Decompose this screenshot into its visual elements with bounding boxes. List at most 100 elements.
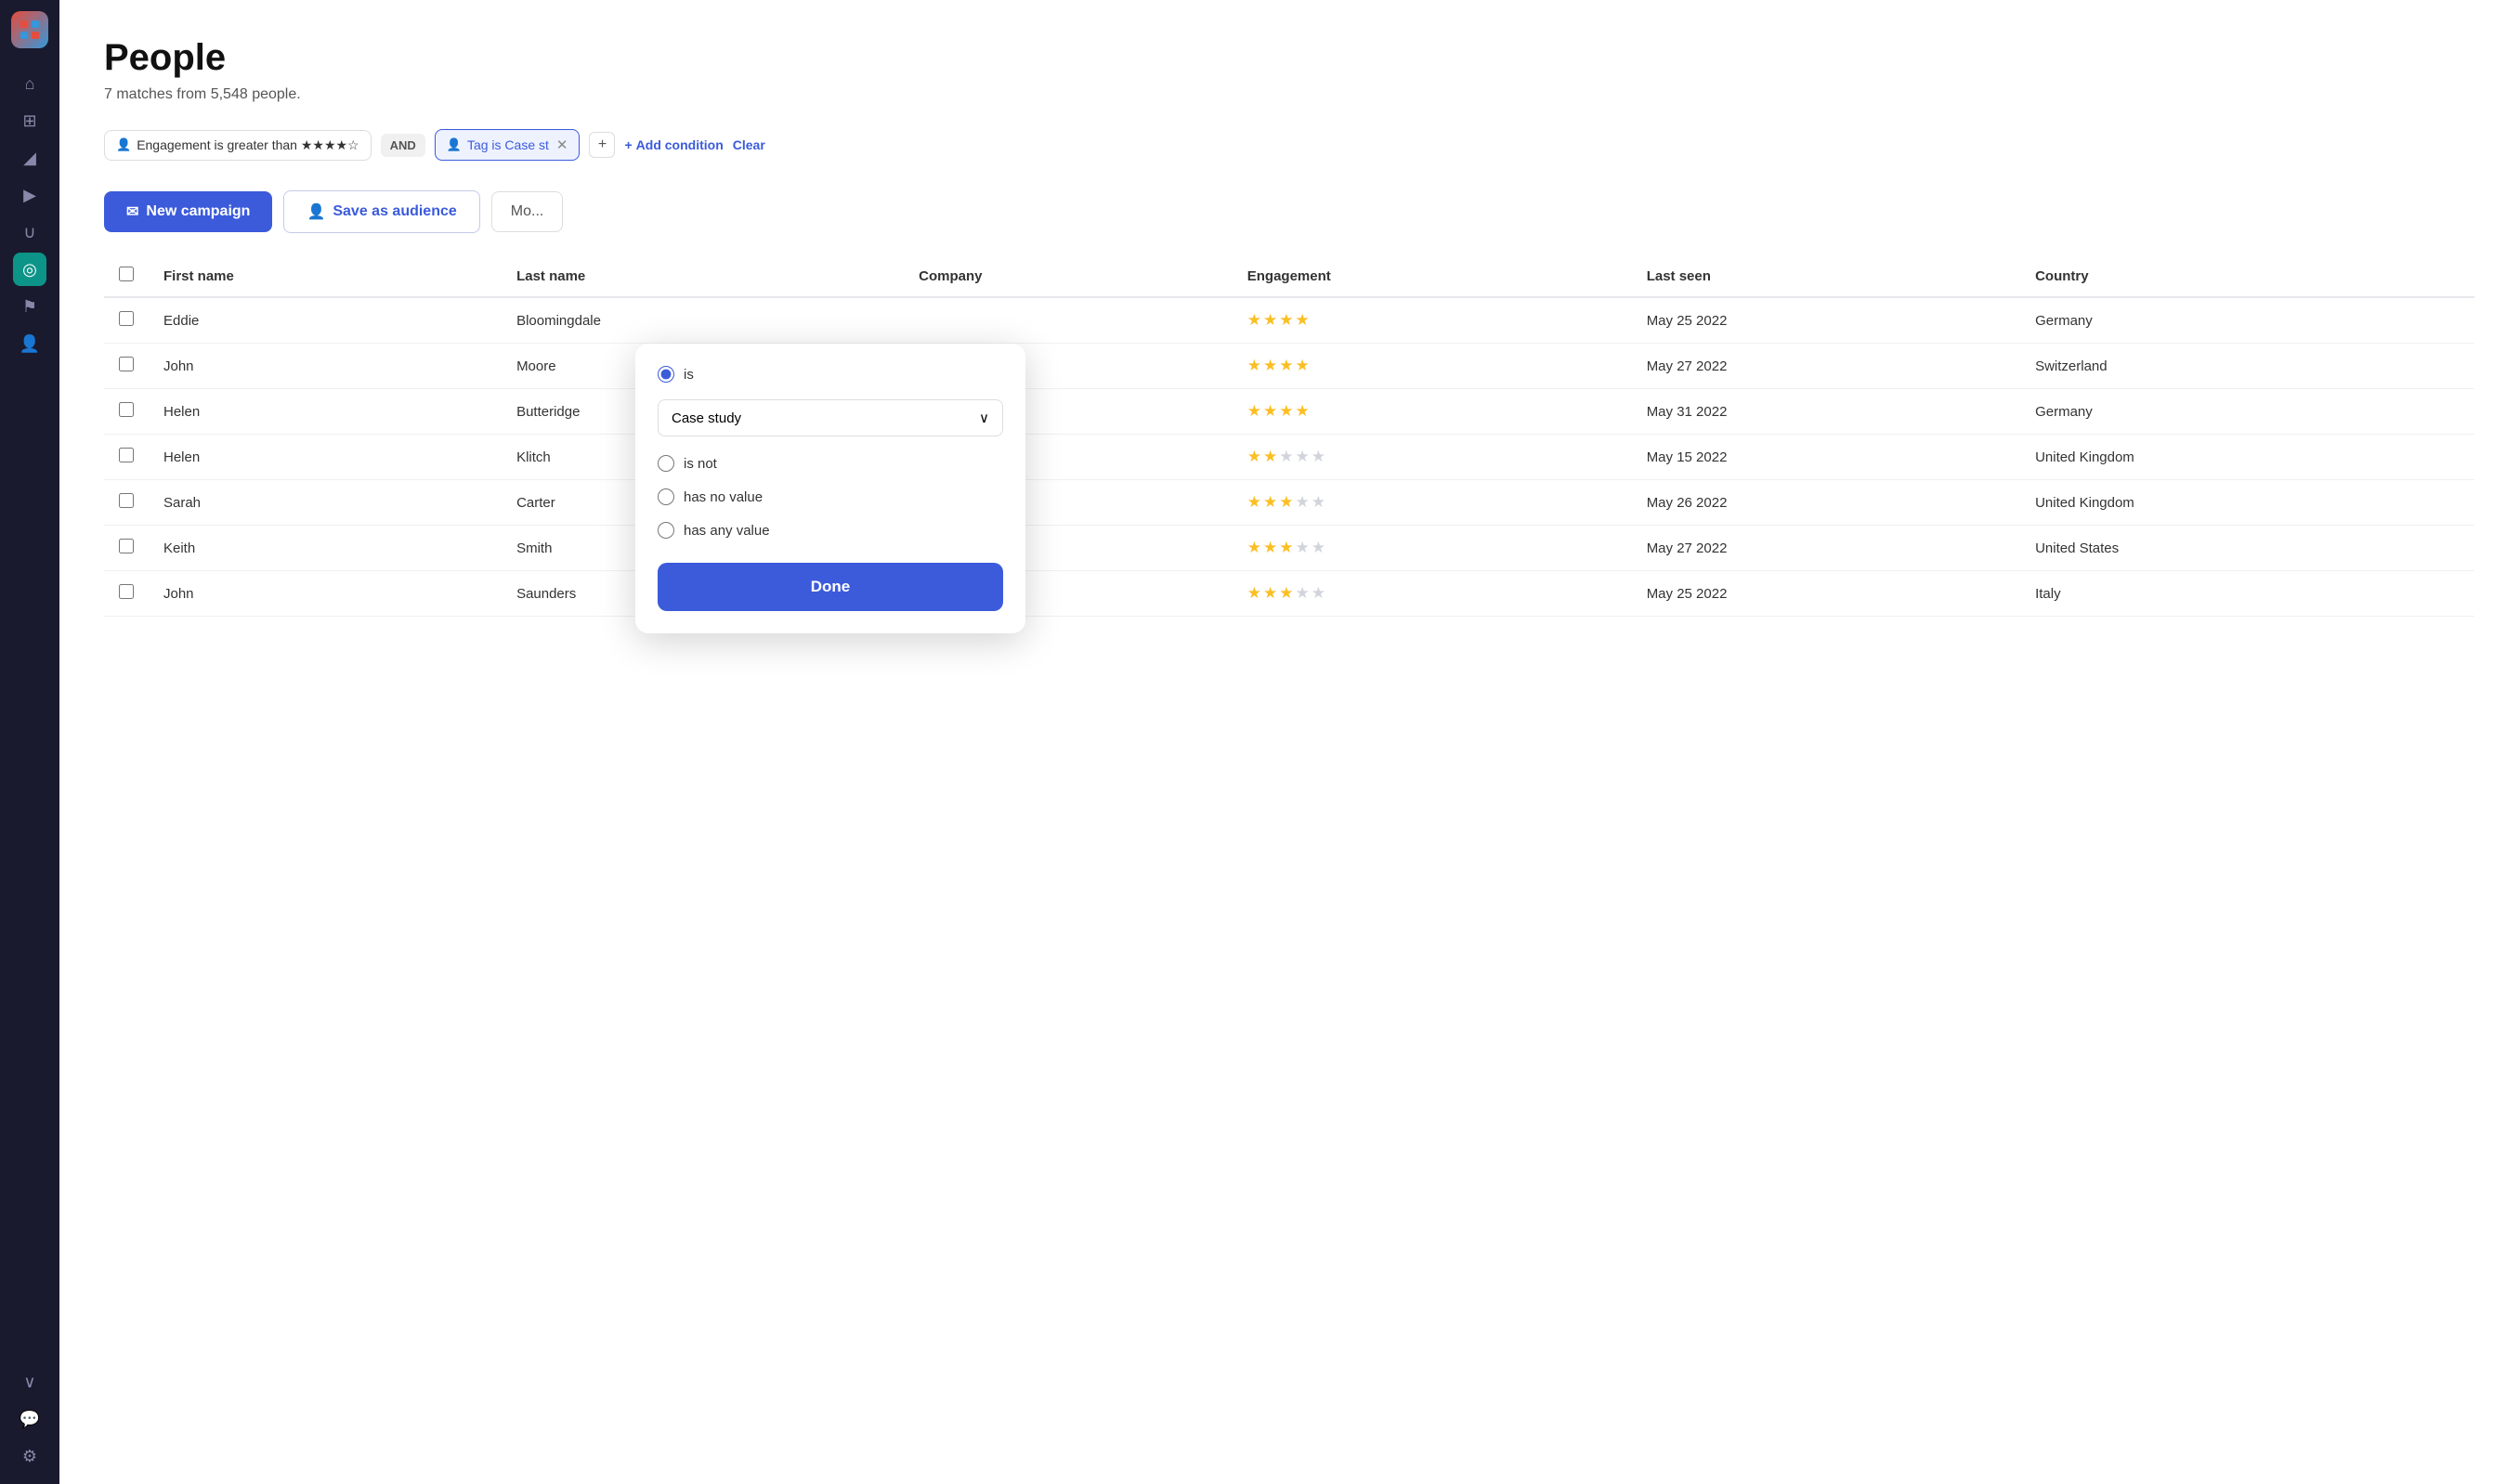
bookmark-icon[interactable]: ⚑ [13,290,46,323]
star-filled: ★ [1279,402,1293,421]
star-empty: ★ [1312,539,1325,557]
cell-country: United Kingdom [2020,480,2474,526]
page-subtitle: 7 matches from 5,548 people. [104,86,2474,103]
case-study-select[interactable]: Case study ∨ [658,399,1003,436]
star-filled: ★ [1263,357,1277,375]
row-checkbox[interactable] [119,311,134,326]
cell-first-name: Eddie [149,297,502,344]
action-row: ✉ New campaign 👤 Save as audience Mo... [104,190,2474,233]
row-checkbox[interactable] [119,493,134,508]
select-value: Case study [672,410,741,426]
cell-first-name: John [149,344,502,389]
star-filled: ★ [1263,493,1277,512]
row-checkbox[interactable] [119,357,134,371]
star-filled: ★ [1295,357,1309,375]
table-row: JohnSaundersdambase★★★★★May 25 2022Italy [104,571,2474,617]
table-row: EddieBloomingdale★★★★May 25 2022Germany [104,297,2474,344]
play-icon[interactable]: ▶ [13,178,46,212]
email-icon: ✉ [126,202,138,221]
option-has-any-value[interactable]: has any value [658,522,1003,539]
cell-last-seen: May 31 2022 [1632,389,2020,435]
done-button[interactable]: Done [658,563,1003,611]
cell-first-name: Helen [149,435,502,480]
cell-country: United States [2020,526,2474,571]
option-has-no-value-label: has no value [684,489,763,505]
cell-country: Italy [2020,571,2474,617]
table-row: HelenKlitchSumace★★★★★May 15 2022United … [104,435,2474,480]
plus-icon[interactable]: + [589,132,615,158]
star-empty: ★ [1312,493,1325,512]
chat-icon[interactable]: 💬 [13,1402,46,1436]
chart-icon[interactable]: ◢ [13,141,46,175]
col-last-seen: Last seen [1632,255,2020,297]
table-row: KeithSmithFaxquote★★★★★May 27 2022United… [104,526,2474,571]
col-first-name: First name [149,255,502,297]
star-filled: ★ [1279,493,1293,512]
app-logo[interactable] [11,11,48,48]
star-empty: ★ [1295,584,1309,603]
user-group-icon[interactable]: 👤 [13,327,46,360]
people-table: First name Last name Company Engagement … [104,255,2474,617]
chevron-down-icon: ∨ [979,410,989,426]
home-icon[interactable]: ⌂ [13,67,46,100]
engagement-filter-label: Engagement is greater than ★★★★☆ [137,137,359,153]
table-row: JohnMoore★★★★May 27 2022Switzerland [104,344,2474,389]
cell-last-name: Bloomingdale [502,297,904,344]
star-filled: ★ [1279,311,1293,330]
star-filled: ★ [1295,402,1309,421]
cell-country: Germany [2020,297,2474,344]
u-icon[interactable]: ∪ [13,215,46,249]
person-icon: 👤 [116,137,131,152]
star-filled: ★ [1263,311,1277,330]
star-filled: ★ [1295,311,1309,330]
settings-icon[interactable]: ⚙ [13,1439,46,1473]
clear-button[interactable]: Clear [733,137,765,152]
star-filled: ★ [1279,584,1293,603]
option-is-label: is [684,367,694,383]
option-is[interactable]: is [658,366,1003,383]
new-campaign-button[interactable]: ✉ New campaign [104,191,272,232]
sidebar: ⌂ ⊞ ◢ ▶ ∪ ◎ ⚑ 👤 ∨ 💬 ⚙ [0,0,59,1484]
cell-last-seen: May 25 2022 [1632,571,2020,617]
cell-engagement: ★★★★ [1233,389,1632,435]
option-has-no-value[interactable]: has no value [658,488,1003,505]
row-checkbox[interactable] [119,539,134,553]
tag-person-icon: 👤 [447,137,462,152]
row-checkbox[interactable] [119,402,134,417]
cell-first-name: Keith [149,526,502,571]
option-is-not-radio[interactable] [658,455,674,472]
row-checkbox[interactable] [119,584,134,599]
cell-country: Germany [2020,389,2474,435]
cell-engagement: ★★★★ [1233,344,1632,389]
audience-icon: 👤 [307,202,325,221]
option-has-any-value-radio[interactable] [658,522,674,539]
tag-filter-close-icon[interactable]: ✕ [556,137,568,153]
star-filled: ★ [1279,357,1293,375]
engagement-filter-chip[interactable]: 👤 Engagement is greater than ★★★★☆ [104,130,372,161]
dashboard-icon[interactable]: ⊞ [13,104,46,137]
select-all-checkbox[interactable] [119,267,134,281]
option-is-radio[interactable] [658,366,674,383]
add-condition-button[interactable]: + Add condition [624,137,723,152]
people-icon[interactable]: ◎ [13,253,46,286]
save-audience-button[interactable]: 👤 Save as audience [283,190,479,233]
chevron-down-icon[interactable]: ∨ [13,1365,46,1399]
table-row: HelenButteridge★★★★May 31 2022Germany [104,389,2474,435]
star-filled: ★ [1263,448,1277,466]
star-empty: ★ [1295,493,1309,512]
col-country: Country [2020,255,2474,297]
option-has-no-value-radio[interactable] [658,488,674,505]
star-filled: ★ [1247,402,1261,421]
tag-filter-chip[interactable]: 👤 Tag is Case st ✕ [435,129,581,161]
add-icon: + [624,137,632,152]
cell-last-seen: May 27 2022 [1632,344,2020,389]
more-button[interactable]: Mo... [491,191,564,232]
cell-first-name: Helen [149,389,502,435]
star-empty: ★ [1295,448,1309,466]
cell-last-seen: May 25 2022 [1632,297,2020,344]
star-filled: ★ [1247,448,1261,466]
row-checkbox[interactable] [119,448,134,462]
star-filled: ★ [1247,584,1261,603]
option-is-not[interactable]: is not [658,455,1003,472]
star-filled: ★ [1263,402,1277,421]
